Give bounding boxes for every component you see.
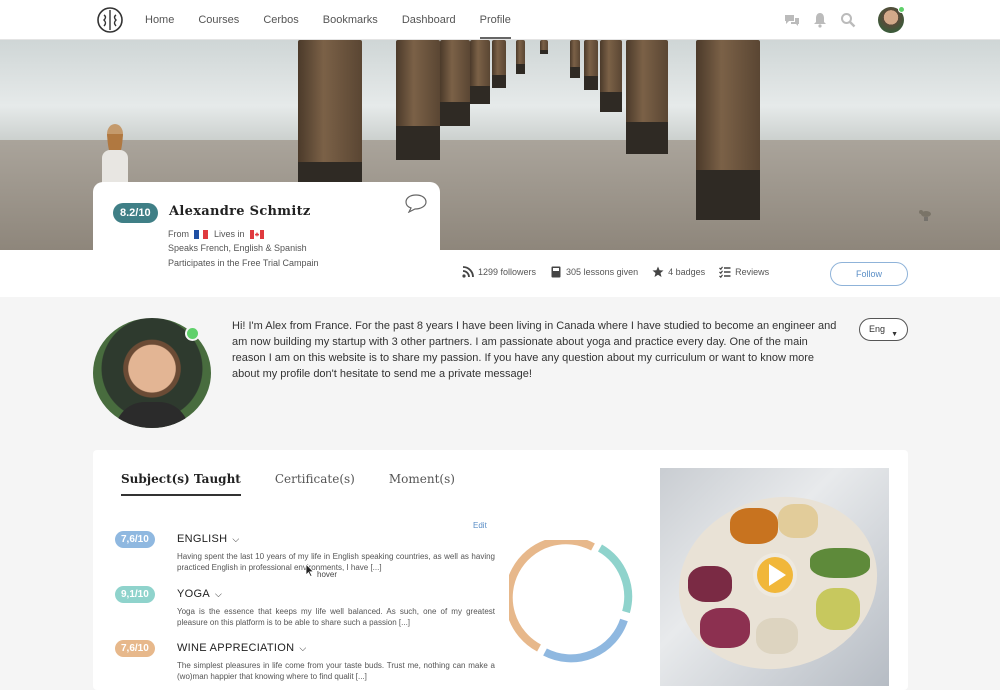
nav-link-home[interactable]: Home (145, 0, 174, 40)
language-select[interactable]: Eng ▼ (859, 318, 908, 341)
follow-button[interactable]: Follow (830, 262, 908, 286)
profile-name: Alexandre Schmitz (169, 204, 311, 219)
pier-pile (492, 40, 506, 88)
subject-score-badge: 7,6/10 (115, 531, 155, 548)
badges-count: 4 badges (668, 267, 706, 277)
languages-line: Speaks French, English & Spanish (168, 243, 307, 253)
badges-stat[interactable]: 4 badges (652, 266, 705, 278)
campaign-line: Participates in the Free Trial Campain (168, 258, 319, 268)
chevron-down-icon: ⌵ (299, 643, 307, 653)
language-select-value: Eng (869, 324, 886, 334)
intro-video[interactable] (660, 468, 889, 686)
reviews-label: Reviews (735, 267, 770, 277)
tab-bar: Subject(s) Taught Certificate(s) Moment(… (121, 472, 489, 496)
pier-pile (584, 40, 598, 90)
hover-annotation: hover (317, 570, 338, 579)
chat-icon[interactable] (784, 12, 800, 28)
subject-description: Yoga is the essence that keeps my life w… (177, 607, 495, 627)
subjects-panel: Subject(s) Taught Certificate(s) Moment(… (93, 450, 908, 690)
followers-count: 1299 followers (478, 267, 537, 277)
online-status-dot (898, 6, 905, 13)
pier-pile (470, 40, 490, 104)
subject-score-badge: 7,6/10 (115, 640, 155, 657)
pier-pile (516, 40, 525, 75)
online-status-dot (185, 326, 200, 341)
chevron-down-icon: ⌵ (215, 589, 223, 599)
search-icon[interactable] (840, 12, 856, 28)
france-flag-icon (194, 229, 208, 239)
rss-icon (462, 266, 474, 278)
nav-link-profile[interactable]: Profile (479, 0, 512, 40)
profile-card: 8.2/10 Alexandre Schmitz From Lives in S… (93, 182, 440, 297)
user-avatar[interactable] (878, 6, 905, 33)
pier-pile (570, 40, 580, 78)
bio-text: Hi! I'm Alex from France. For the past 8… (232, 320, 837, 380)
profile-score-badge: 8.2/10 (113, 203, 158, 223)
brain-logo-icon[interactable] (96, 6, 124, 34)
edit-link[interactable]: Edit (473, 521, 487, 530)
tab-certificates[interactable]: Certificate(s) (275, 472, 355, 496)
bird-figure (919, 210, 931, 221)
from-label: From (168, 229, 189, 239)
pier-pile (600, 40, 622, 112)
subject-title-yoga[interactable]: YOGA ⌵ (177, 588, 222, 600)
mouse-cursor-icon (305, 563, 315, 577)
canada-flag-icon (249, 229, 264, 239)
subject-title-wine[interactable]: WINE APPRECIATION ⌵ (177, 642, 306, 654)
tab-subjects-taught[interactable]: Subject(s) Taught (121, 472, 241, 496)
pier-pile (696, 40, 760, 220)
pier-pile (626, 40, 668, 154)
play-icon (757, 557, 793, 593)
top-nav: Home Courses Cerbos Bookmarks Dashboard … (0, 0, 1000, 40)
subject-score-badge: 9,1/10 (115, 586, 155, 603)
nav-link-bookmarks[interactable]: Bookmarks (323, 0, 378, 40)
subject-score-donut-chart (509, 540, 633, 663)
pier-pile (396, 40, 440, 160)
nav-link-dashboard[interactable]: Dashboard (402, 0, 456, 40)
lessons-stat[interactable]: 305 lessons given (550, 266, 638, 278)
chevron-down-icon: ⌵ (232, 534, 240, 544)
nav-link-cerbos[interactable]: Cerbos (263, 0, 298, 40)
origin-line: From Lives in (168, 229, 270, 239)
lives-label: Lives in (214, 229, 245, 239)
book-icon (551, 266, 561, 278)
checklist-icon (719, 266, 731, 278)
subject-description: The simplest pleasures in life come from… (177, 661, 495, 681)
pier-pile (440, 40, 470, 126)
bell-icon[interactable] (812, 12, 828, 28)
lessons-count: 305 lessons given (566, 267, 639, 277)
nav-link-courses[interactable]: Courses (198, 0, 239, 40)
subject-title-english[interactable]: ENGLISH ⌵ (177, 533, 240, 545)
message-icon[interactable] (404, 193, 428, 213)
star-icon (652, 266, 664, 277)
followers-stat[interactable]: 1299 followers (462, 266, 536, 278)
reviews-stat[interactable]: Reviews (719, 266, 769, 278)
pier-pile (540, 40, 548, 55)
tab-moments[interactable]: Moment(s) (389, 472, 455, 496)
play-button[interactable] (753, 553, 797, 597)
chevron-down-icon: ▼ (891, 331, 898, 338)
